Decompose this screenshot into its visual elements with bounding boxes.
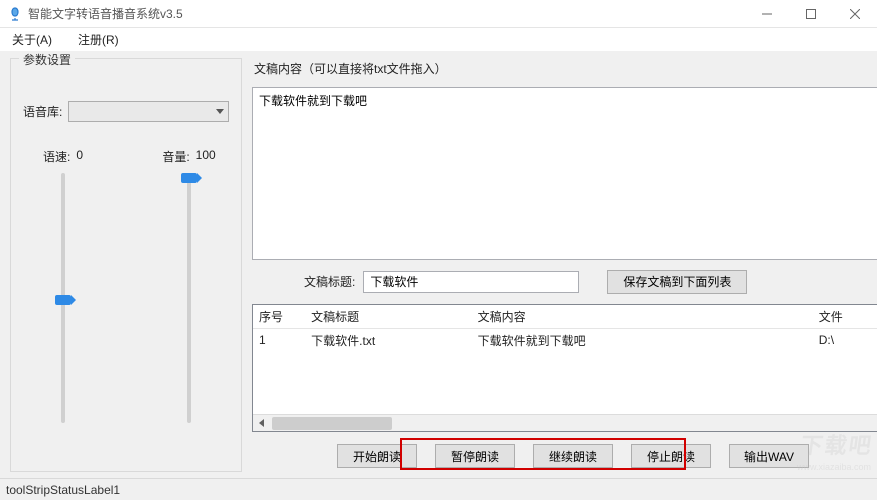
title-label: 文稿标题: [304,273,355,290]
menu-about[interactable]: 关于(A) [8,29,56,50]
scroll-left-button[interactable] [253,415,270,432]
horizontal-scrollbar[interactable] [253,414,877,431]
action-buttons: 开始朗读 暂停朗读 继续朗读 停止朗读 输出WAV [252,438,877,472]
start-button[interactable]: 开始朗读 [337,444,417,468]
col-index[interactable]: 序号 [253,305,305,329]
rate-thumb[interactable] [55,295,71,305]
cell-file: D:\ [813,328,877,352]
rate-slider[interactable] [61,173,65,423]
document-list[interactable]: 序号 文稿标题 文稿内容 文件 1 下载软件.txt 下载软件就到下载吧 D:\ [252,304,877,432]
voice-label: 语音库: [23,103,62,120]
statusbar: toolStripStatusLabel1 [0,478,877,500]
cell-title: 下载软件.txt [305,328,472,352]
maximize-button[interactable] [789,0,833,28]
cell-index: 1 [253,328,305,352]
content-panel: 文稿内容（可以直接将txt文件拖入） 文稿标题: 保存文稿到下面列表 序号 文稿… [252,58,877,472]
volume-slider-wrap: 音量: 100 [149,148,229,423]
params-group: 参数设置 语音库: 语速: 0 音量: 100 [10,58,242,472]
volume-thumb[interactable] [181,173,197,183]
content-textarea[interactable] [252,87,877,260]
menubar: 关于(A) 注册(R) [0,28,877,52]
pause-button[interactable]: 暂停朗读 [435,444,515,468]
triangle-left-icon [259,419,264,427]
window-title: 智能文字转语音播音系统v3.5 [28,5,745,22]
table-row[interactable]: 1 下载软件.txt 下载软件就到下载吧 D:\ [253,328,877,352]
stop-button[interactable]: 停止朗读 [631,444,711,468]
content-hint: 文稿内容（可以直接将txt文件拖入） [252,58,877,81]
params-legend: 参数设置 [19,51,75,68]
close-button[interactable] [833,0,877,28]
window-controls [745,0,877,28]
voice-combo[interactable] [68,101,229,122]
menu-register[interactable]: 注册(R) [74,29,123,50]
col-file[interactable]: 文件 [813,305,877,329]
volume-label: 音量: [162,148,189,165]
minimize-button[interactable] [745,0,789,28]
rate-label: 语速: [43,148,70,165]
scroll-thumb[interactable] [272,417,392,430]
col-content[interactable]: 文稿内容 [472,305,813,329]
titlebar: 智能文字转语音播音系统v3.5 [0,0,877,28]
rate-slider-wrap: 语速: 0 [23,148,103,423]
chevron-down-icon [216,109,224,114]
rate-value: 0 [76,148,83,165]
col-title[interactable]: 文稿标题 [305,305,472,329]
volume-slider[interactable] [187,173,191,423]
resume-button[interactable]: 继续朗读 [533,444,613,468]
output-wav-button[interactable]: 输出WAV [729,444,809,468]
status-label: toolStripStatusLabel1 [6,483,120,497]
save-to-list-button[interactable]: 保存文稿到下面列表 [607,270,747,294]
client-area: 参数设置 语音库: 语速: 0 音量: 100 [0,52,877,478]
title-input[interactable] [363,271,579,293]
app-icon [8,7,22,21]
volume-value: 100 [196,148,216,165]
cell-content: 下载软件就到下载吧 [472,328,813,352]
